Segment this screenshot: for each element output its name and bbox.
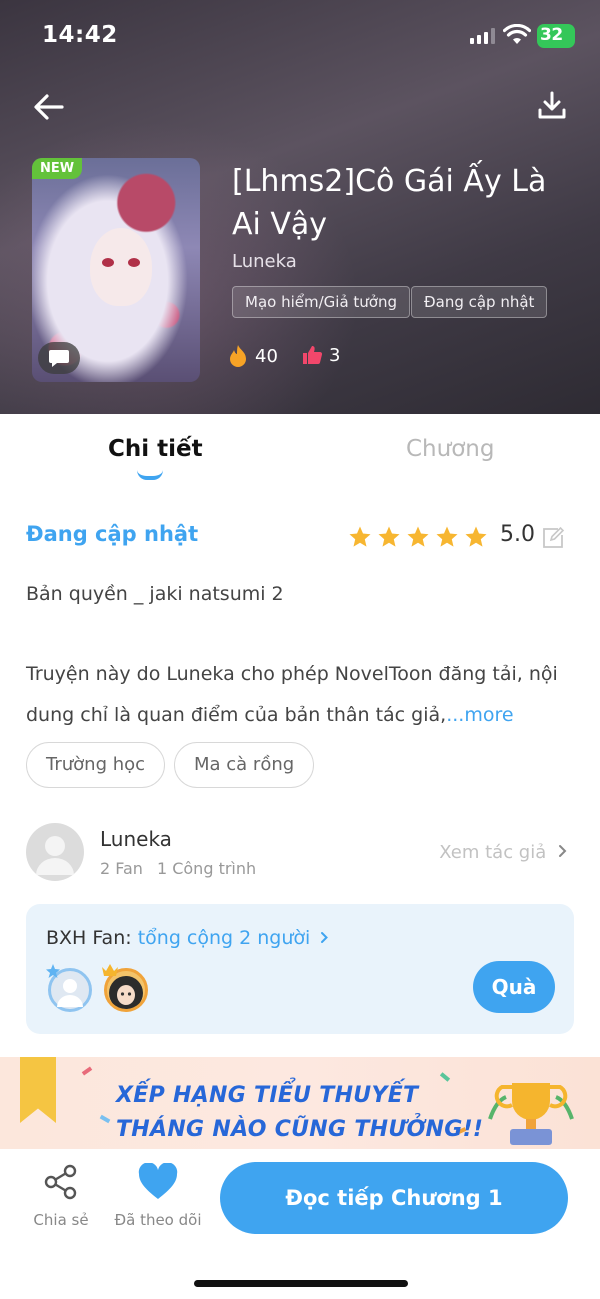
home-indicator (194, 1280, 408, 1287)
genre-chip-school[interactable]: Trường học (26, 742, 166, 788)
more-link[interactable]: ...more (446, 704, 513, 726)
trophy-icon (488, 1083, 574, 1145)
confetti (81, 1066, 93, 1076)
default-avatar-icon (36, 836, 74, 875)
book-description: Truyện này do Luneka cho phép NovelToon … (26, 654, 574, 736)
author-name: Luneka (100, 827, 172, 851)
comment-badge[interactable] (38, 342, 80, 374)
author-works: 1 Công trình (156, 859, 257, 878)
share-icon (44, 1164, 77, 1200)
hot-count: 40 (255, 345, 278, 367)
follow-label: Đã theo dõi (114, 1211, 202, 1229)
tag-genre[interactable]: Mạo hiểm/Giả tưởng (232, 286, 410, 318)
cover-eye-right (128, 258, 140, 267)
fan-ranking-card: BXH Fan: tổng cộng 2 người Quà (26, 904, 574, 1034)
hot-stat: 40 (227, 344, 278, 368)
status-time: 14:42 (42, 22, 118, 48)
rating-stars[interactable] (348, 525, 488, 549)
cellular-signal-icon (470, 28, 495, 44)
author-avatar (26, 823, 84, 881)
crown-icon (102, 964, 118, 976)
tab-details[interactable]: Chi tiết (108, 436, 203, 462)
star-icon (407, 526, 429, 547)
update-status: Đang cập nhật (26, 522, 199, 546)
bottom-action-bar: Chia sẻ Đã theo dõi Đọc tiếp Chương 1 (0, 1149, 600, 1299)
see-author-label: Xem tác giả (439, 842, 547, 863)
comment-icon (49, 350, 69, 367)
likes-stat: 3 (301, 344, 340, 366)
edit-icon[interactable] (541, 526, 565, 550)
bookmark-ribbon (20, 1057, 56, 1123)
star-icon (465, 526, 487, 547)
detail-tabs: Chi tiết Chương (0, 414, 600, 490)
fan-ranking-total: tổng cộng 2 người (137, 927, 311, 949)
active-tab-indicator (137, 470, 163, 480)
cover-eye-left (102, 258, 114, 267)
back-icon[interactable] (32, 90, 66, 124)
follow-button[interactable]: Đã theo dõi (112, 1162, 204, 1229)
banner-title-line2: THÁNG NÀO CŨNG THƯỞNG!! (116, 1117, 484, 1142)
star-icon (349, 526, 371, 547)
heart-icon (138, 1162, 178, 1199)
fan-ranking-link[interactable]: tổng cộng 2 người (138, 927, 330, 949)
author-row[interactable]: Luneka 2 Fan 1 Công trình Xem tác giả (0, 820, 600, 884)
tag-status[interactable]: Đang cập nhật (411, 286, 548, 318)
confetti (439, 1072, 451, 1082)
star-icon (378, 526, 400, 547)
download-icon[interactable] (536, 90, 568, 122)
battery-indicator: 32 (537, 24, 575, 48)
book-author[interactable]: Luneka (232, 251, 297, 272)
new-badge: NEW (32, 158, 83, 179)
status-bar: 14:42 32 (0, 0, 600, 72)
author-fans: 2 Fan (100, 859, 143, 878)
copyright-text: Bản quyền _ jaki natsumi 2 (26, 583, 284, 605)
rank-star-icon (46, 964, 60, 978)
chevron-right-icon (559, 845, 567, 857)
likes-count: 3 (329, 344, 341, 366)
author-meta: 2 Fan 1 Công trình (100, 859, 256, 878)
genre-chip-vampire[interactable]: Ma cà rồng (174, 742, 315, 788)
confetti (99, 1114, 111, 1124)
gift-button[interactable]: Quà (473, 961, 555, 1013)
ranking-promo-banner[interactable]: XẾP HẠNG TIỂU THUYẾT THÁNG NÀO CŨNG THƯỞ… (0, 1057, 600, 1149)
banner-title-line1: XẾP HẠNG TIỂU THUYẾT (116, 1083, 419, 1108)
see-author-link[interactable]: Xem tác giả (439, 842, 568, 863)
fan-ranking-label: BXH Fan: tổng cộng 2 người (46, 927, 329, 949)
star-icon (436, 526, 458, 547)
chevron-right-icon (321, 932, 329, 943)
cover-character (90, 228, 152, 306)
rating-value: 5.0 (500, 522, 535, 547)
thumbs-up-icon (303, 346, 323, 365)
book-header: 14:42 32 NEW [Lhms2]Cô Gái Ấy Là Ai Vậy … (0, 0, 600, 414)
continue-reading-button[interactable]: Đọc tiếp Chương 1 (220, 1162, 568, 1234)
fire-icon (230, 345, 246, 367)
wifi-icon (503, 24, 531, 44)
share-label: Chia sẻ (33, 1211, 89, 1229)
book-title: [Lhms2]Cô Gái Ấy Là Ai Vậy (232, 164, 547, 242)
tab-chapters[interactable]: Chương (406, 436, 494, 462)
fan-ranking-title: BXH Fan: (46, 927, 138, 949)
battery-level: 32 (540, 25, 563, 45)
fan-avatar-image (109, 976, 143, 1009)
share-button[interactable]: Chia sẻ (28, 1163, 94, 1229)
